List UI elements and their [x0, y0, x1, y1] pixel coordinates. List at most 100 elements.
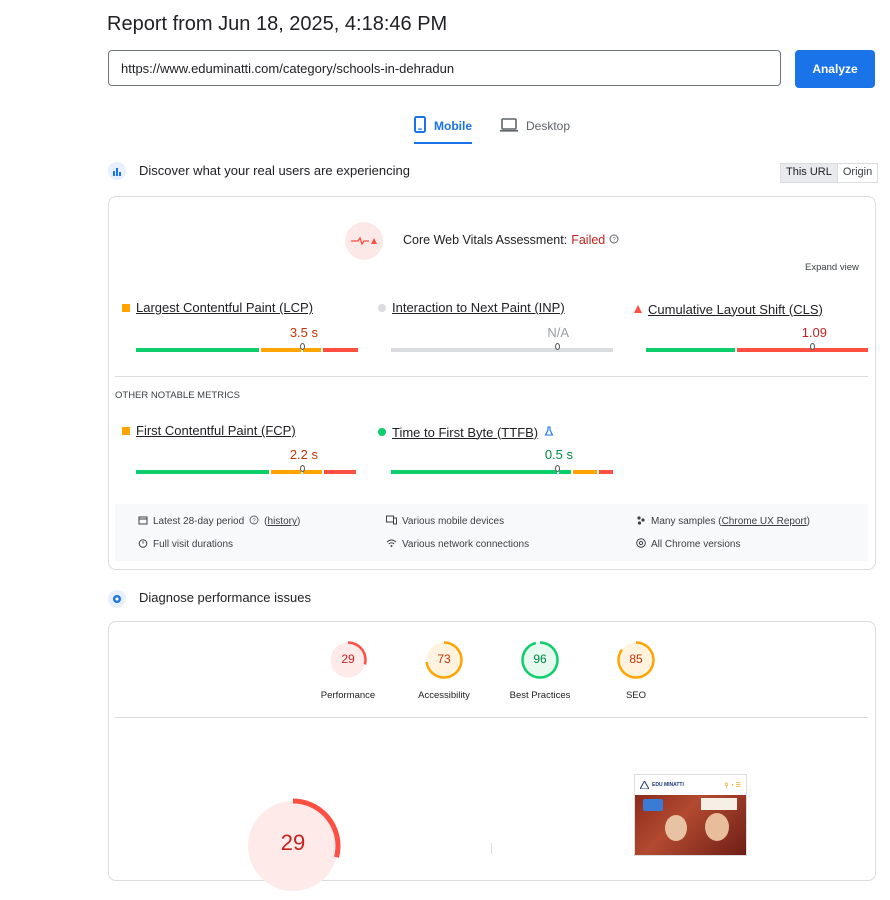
- score-gauge-best-practices[interactable]: 96 Best Practices: [495, 640, 585, 704]
- url-input[interactable]: [108, 50, 781, 86]
- calendar-icon: [138, 515, 148, 528]
- info-icon[interactable]: ?: [609, 233, 619, 247]
- cwv-assessment: Core Web Vitals Assessment: Failed ?: [403, 233, 619, 247]
- gray-circle-icon: [378, 303, 386, 312]
- performance-big-score: 29: [280, 830, 306, 855]
- ttfb-metric-header[interactable]: Time to First Byte (TTFB): [378, 423, 554, 441]
- devices-text: Various mobile devices: [402, 516, 505, 527]
- samples-info: Many samples (Chrome UX Report): [636, 515, 810, 528]
- thumbnail-brand: EDU MINATTI: [652, 782, 684, 788]
- red-triangle-icon: [634, 300, 642, 318]
- bar-no-data: [391, 348, 613, 352]
- cls-marker: [810, 343, 815, 350]
- fcp-metric-header[interactable]: First Contentful Paint (FCP): [122, 423, 296, 438]
- fcp-label: First Contentful Paint (FCP): [136, 423, 296, 438]
- tab-mobile-label: Mobile: [434, 119, 472, 133]
- network-text: Various network connections: [402, 539, 530, 550]
- bar-needs-improvement: [303, 470, 322, 474]
- gauge-label: Accessibility: [418, 690, 470, 701]
- bar-good: [391, 470, 557, 474]
- thumbnail-student: [665, 815, 687, 841]
- other-metrics-heading: OTHER NOTABLE METRICS: [115, 390, 240, 401]
- durations-text: Full visit durations: [153, 539, 234, 550]
- bar-good: [136, 470, 269, 474]
- ttfb-label: Time to First Byte (TTFB): [392, 424, 539, 440]
- bar-good: [559, 470, 571, 474]
- ttfb-value: 0.5 s: [544, 447, 573, 462]
- cls-distribution-bar: [646, 348, 868, 352]
- bar-needs-improvement: [573, 470, 597, 474]
- page-title: Report from Jun 18, 2025, 4:18:46 PM: [107, 13, 448, 35]
- bar-needs-improvement: [303, 348, 321, 352]
- gauge-score: 96: [533, 652, 547, 666]
- lcp-distribution-bar: [136, 348, 358, 352]
- period-info: Latest 28-day period ? (history): [138, 515, 300, 528]
- history-link[interactable]: history: [268, 516, 297, 527]
- orange-square-icon: [122, 426, 130, 435]
- fcp-marker: [300, 465, 305, 472]
- tab-desktop[interactable]: Desktop: [500, 112, 570, 140]
- thumbnail-banner: [701, 798, 737, 810]
- url-origin-toggle: This URL Origin: [780, 163, 879, 183]
- chrome-versions-info: All Chrome versions: [636, 538, 740, 551]
- this-url-toggle[interactable]: This URL: [781, 164, 838, 182]
- lcp-marker: [300, 343, 305, 350]
- bar-poor: [324, 470, 356, 474]
- gauge-score: 85: [629, 652, 643, 666]
- durations-info: Full visit durations: [138, 538, 233, 551]
- devices-info: Various mobile devices: [386, 515, 504, 528]
- timer-icon: [138, 538, 148, 551]
- thumbnail-hero-image: [635, 795, 746, 855]
- page-screenshot-thumbnail: EDU MINATTI ⚲ ◔ ☰: [634, 774, 747, 856]
- field-section-title: Discover what your real users are experi…: [139, 163, 410, 178]
- devices-icon: [386, 515, 397, 528]
- score-gauge-accessibility[interactable]: 73 Accessibility: [399, 640, 489, 704]
- bar-good: [136, 348, 259, 352]
- inp-value: N/A: [547, 325, 569, 340]
- cls-metric-header[interactable]: Cumulative Layout Shift (CLS): [634, 300, 823, 318]
- thumbnail-header: EDU MINATTI ⚲ ◔ ☰: [635, 775, 746, 795]
- network-info: Various network connections: [386, 538, 529, 551]
- monitor-icon: [500, 117, 518, 135]
- lcp-metric-header[interactable]: Largest Contentful Paint (LCP): [122, 300, 313, 315]
- bar-poor: [323, 348, 358, 352]
- bar-needs-improvement: [271, 470, 301, 474]
- thumbnail-badge: [643, 799, 663, 811]
- bar-poor: [737, 348, 868, 352]
- people-icon: [636, 515, 646, 528]
- bar-needs-improvement: [261, 348, 301, 352]
- cls-label: Cumulative Layout Shift (CLS): [648, 301, 823, 317]
- period-info-icon[interactable]: ?: [249, 515, 259, 528]
- inp-metric-header[interactable]: Interaction to Next Paint (INP): [378, 300, 565, 315]
- users-icon: [108, 162, 126, 180]
- expand-view-link[interactable]: Expand view: [805, 262, 859, 273]
- samples-suffix: ): [806, 516, 810, 527]
- bar-poor: [599, 470, 613, 474]
- thumbnail-nav-icons: ⚲ ◔ ☰: [724, 782, 741, 789]
- gauge-score: 73: [437, 652, 451, 666]
- diagnose-icon: [108, 590, 126, 608]
- orange-square-icon: [122, 303, 130, 312]
- thumbnail-student: [705, 813, 729, 841]
- ttfb-marker: [555, 465, 560, 472]
- tab-mobile[interactable]: Mobile: [414, 112, 472, 144]
- fcp-value: 2.2 s: [289, 447, 318, 462]
- wifi-icon: [386, 538, 397, 551]
- lcp-label: Largest Contentful Paint (LCP): [136, 300, 314, 315]
- assessment-result: Failed: [571, 233, 606, 247]
- score-gauge-performance[interactable]: 29 Performance: [303, 640, 393, 704]
- gauge-label: SEO: [625, 690, 647, 701]
- period-text: Latest 28-day period: [153, 516, 245, 527]
- lab-data-card: [108, 621, 876, 881]
- analyze-button[interactable]: Analyze: [795, 50, 875, 88]
- divider: [491, 843, 492, 854]
- lcp-value: 3.5 s: [289, 325, 318, 340]
- chrome-ux-report-link[interactable]: Chrome UX Report: [722, 516, 807, 527]
- origin-toggle[interactable]: Origin: [837, 164, 878, 182]
- fcp-distribution-bar: [136, 470, 358, 474]
- inp-distribution-bar: [391, 348, 613, 352]
- score-gauge-seo[interactable]: 85 SEO: [591, 640, 681, 704]
- lab-section-title: Diagnose performance issues: [139, 590, 311, 605]
- gauge-label: Best Practices: [509, 690, 571, 701]
- inp-label: Interaction to Next Paint (INP): [392, 300, 565, 315]
